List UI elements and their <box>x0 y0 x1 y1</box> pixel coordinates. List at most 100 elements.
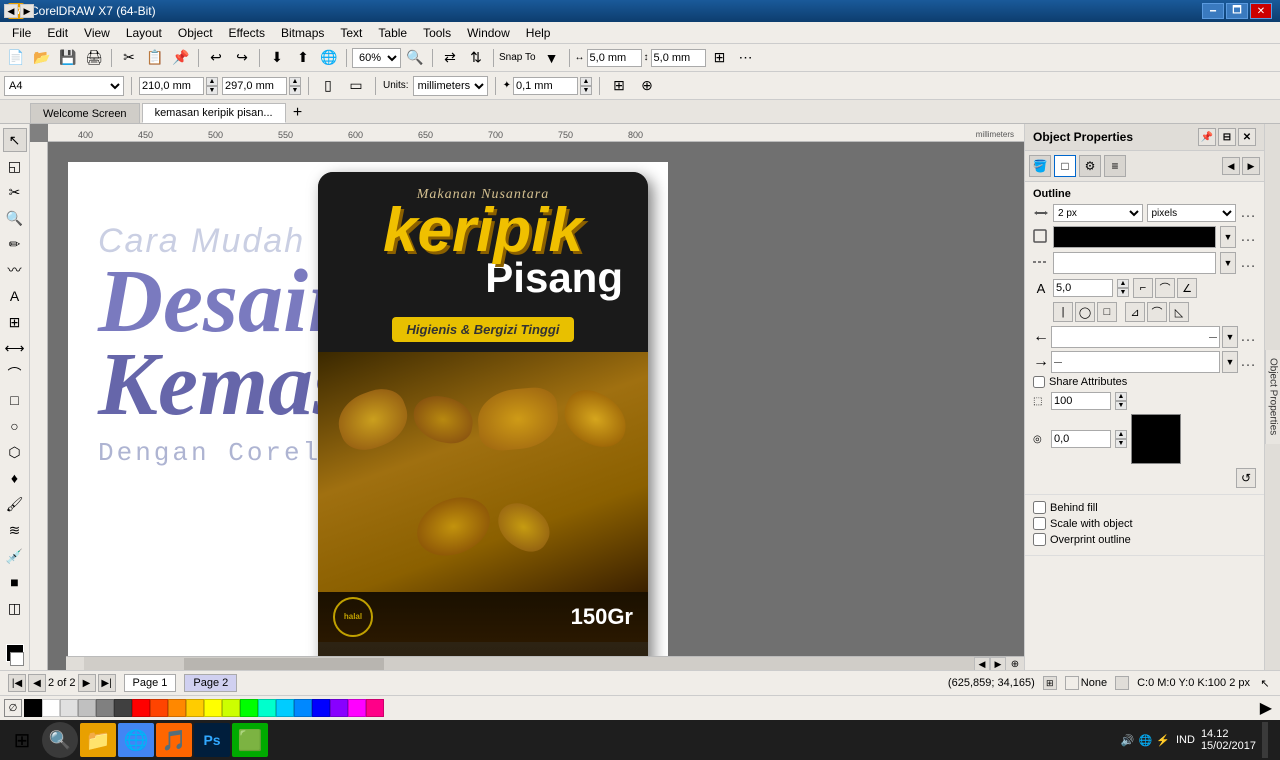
nudge-down[interactable]: ▼ <box>580 86 592 95</box>
tab-welcome[interactable]: Welcome Screen <box>30 103 140 123</box>
mirror-h-btn[interactable]: ⇄ <box>438 47 462 69</box>
menu-tools[interactable]: Tools <box>415 22 459 43</box>
swatch-light-blue[interactable] <box>276 699 294 717</box>
panel-back-icon[interactable]: ◀ <box>1222 157 1240 175</box>
opacity-input[interactable] <box>1051 392 1111 410</box>
more-tab-icon[interactable]: ≡ <box>1104 155 1126 177</box>
share-attr-checkbox[interactable] <box>1033 376 1045 388</box>
ellipse-tool[interactable]: ○ <box>3 414 27 438</box>
angle-down[interactable]: ▼ <box>1117 288 1129 297</box>
width-up[interactable]: ▲ <box>206 77 218 86</box>
swatch-dark-blue[interactable] <box>312 699 330 717</box>
outline-dash-dropdown[interactable]: ▼ <box>1220 252 1236 274</box>
dimension-tool[interactable]: ⟷ <box>3 336 27 360</box>
cap-round-btn[interactable]: ◯ <box>1075 302 1095 322</box>
mirror-v-btn[interactable]: ⇅ <box>464 47 488 69</box>
first-page-btn[interactable]: |◀ <box>8 674 26 692</box>
zoom-icon[interactable]: ⊕ <box>1006 657 1024 670</box>
props-tab-icon[interactable]: ⚙ <box>1079 155 1101 177</box>
nudge-up[interactable]: ▲ <box>580 77 592 86</box>
second-input[interactable] <box>1051 430 1111 448</box>
swatch-magenta[interactable] <box>348 699 366 717</box>
more-btn[interactable]: ⋯ <box>734 47 758 69</box>
swatch-yellow-orange[interactable] <box>186 699 204 717</box>
height-input[interactable] <box>222 77 287 95</box>
show-desktop-btn[interactable] <box>1262 722 1268 758</box>
file-explorer-btn[interactable]: 📁 <box>80 723 116 757</box>
opacity-up[interactable]: ▲ <box>1115 392 1127 401</box>
corner-sq-btn[interactable]: ⌐ <box>1133 278 1153 298</box>
page2-tab[interactable]: Page 2 <box>184 674 237 692</box>
minimize-button[interactable]: 🗕 <box>1202 3 1224 19</box>
behind-fill-checkbox[interactable] <box>1033 501 1046 514</box>
basic-shapes-tool[interactable]: ♦ <box>3 466 27 490</box>
swatch-yellow[interactable] <box>204 699 222 717</box>
grid-btn[interactable]: ⊞ <box>708 47 732 69</box>
angle-input[interactable] <box>1053 279 1113 297</box>
scrollbar-thumb-h[interactable] <box>184 658 384 670</box>
text-tool[interactable]: A <box>3 284 27 308</box>
last-page-btn[interactable]: ▶| <box>98 674 116 692</box>
swatch-blue[interactable] <box>294 699 312 717</box>
scrollbar-track-h[interactable] <box>84 657 974 670</box>
nudge-input[interactable] <box>513 77 578 95</box>
swatch-orange-red[interactable] <box>150 699 168 717</box>
width-down[interactable]: ▼ <box>206 86 218 95</box>
outline-width-more[interactable]: … <box>1240 204 1256 222</box>
tab-arrow-left[interactable]: ◀ <box>4 4 18 18</box>
grid-setup-btn[interactable]: ⊞ <box>607 75 631 97</box>
width-input[interactable] <box>139 77 204 95</box>
no-color-swatch[interactable]: ∅ <box>4 699 22 717</box>
units-select[interactable]: millimeters <box>413 76 488 96</box>
new-btn[interactable]: 📄 <box>4 47 28 69</box>
swatch-scroll-right[interactable]: ▶ <box>1256 698 1276 718</box>
swatch-gray[interactable] <box>96 699 114 717</box>
photoshop-btn[interactable]: Ps <box>194 723 230 757</box>
second-down[interactable]: ▼ <box>1115 439 1127 448</box>
menu-layout[interactable]: Layout <box>118 22 170 43</box>
height-up[interactable]: ▲ <box>289 77 301 86</box>
outline-color-dropdown[interactable]: ▼ <box>1220 226 1236 248</box>
angle-up[interactable]: ▲ <box>1117 279 1129 288</box>
panel-expand-icon[interactable]: ⊟ <box>1218 128 1236 146</box>
outline-dash-more[interactable]: … <box>1240 254 1256 272</box>
swatch-silver[interactable] <box>78 699 96 717</box>
table-tool[interactable]: ⊞ <box>3 310 27 334</box>
second-up[interactable]: ▲ <box>1115 430 1127 439</box>
tab-add-button[interactable]: + <box>288 103 308 123</box>
swatch-orange[interactable] <box>168 699 186 717</box>
search-button[interactable]: 🔍 <box>42 722 78 758</box>
zoom-tool[interactable]: 🔍 <box>3 206 27 230</box>
arrow-start-select[interactable]: — <box>1051 326 1220 348</box>
menu-bitmaps[interactable]: Bitmaps <box>273 22 332 43</box>
cap-sq-btn[interactable]: □ <box>1097 302 1117 322</box>
open-btn[interactable]: 📂 <box>30 47 54 69</box>
height-down[interactable]: ▼ <box>289 86 301 95</box>
zoom-select[interactable]: 60% <box>352 48 401 68</box>
opacity-down[interactable]: ▼ <box>1115 401 1127 410</box>
rect-tool[interactable]: □ <box>3 388 27 412</box>
swatch-green[interactable] <box>240 699 258 717</box>
arrow-start-dropdown[interactable]: ▼ <box>1222 326 1238 348</box>
freehand-tool[interactable]: ✏ <box>3 232 27 256</box>
menu-text[interactable]: Text <box>332 22 370 43</box>
panel-pin-icon[interactable]: 📌 <box>1198 128 1216 146</box>
smear-tool[interactable]: ≋ <box>3 518 27 542</box>
join-bevel-btn[interactable]: ◺ <box>1169 302 1189 322</box>
menu-file[interactable]: File <box>4 22 39 43</box>
shape-tool[interactable]: ◱ <box>3 154 27 178</box>
scroll-left[interactable]: ◀ <box>974 657 990 670</box>
connector-tool[interactable]: ⌒ <box>3 362 27 386</box>
import-btn[interactable]: ⬇ <box>265 47 289 69</box>
corner-rd-btn[interactable]: ⌒ <box>1155 278 1175 298</box>
snap-indicator[interactable]: ⊞ <box>1043 676 1057 690</box>
fill-tab-icon[interactable]: 🪣 <box>1029 155 1051 177</box>
smartdraw-tool[interactable]: 〰 <box>3 258 27 282</box>
shadow-tool[interactable]: ◫ <box>3 596 27 620</box>
doc-type-select[interactable]: A4 <box>4 76 124 96</box>
outline-color-more[interactable]: … <box>1240 228 1256 246</box>
paste-btn[interactable]: 📌 <box>169 47 193 69</box>
snap-y-input[interactable] <box>651 49 706 67</box>
sync-icon[interactable]: ↺ <box>1236 468 1256 488</box>
menu-help[interactable]: Help <box>518 22 559 43</box>
